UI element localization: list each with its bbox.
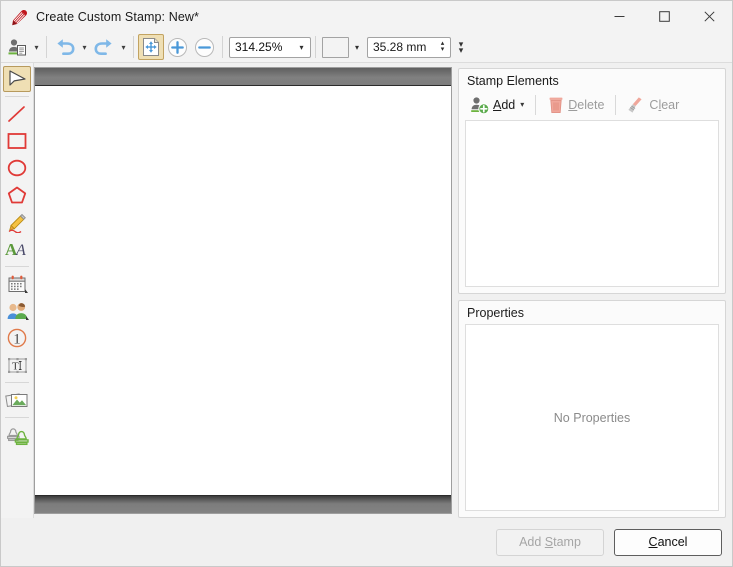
stamp-canvas[interactable] [34,67,452,514]
pan-page-icon[interactable] [138,34,164,60]
chevron-down-icon[interactable]: ▾ [293,43,310,52]
toolbar-separator [222,36,223,58]
right-panel: Stamp Elements Add ▾ Delete Clear Proper… [456,63,732,518]
no-properties-text: No Properties [553,410,631,425]
delete-element-label: Delete [568,97,605,112]
redo-icon[interactable] [90,34,118,60]
broom-icon [627,95,646,115]
spinner-arrows-icon[interactable]: ▴ ▾ [435,38,450,57]
clear-elements-button[interactable]: Clear [621,92,685,117]
rectangle-icon[interactable] [3,128,31,154]
tool-separator [5,417,29,418]
trash-icon [547,95,565,115]
toolbar-overflow-icon[interactable]: ▾ ▾ [454,35,468,59]
zoom-in-icon[interactable] [164,34,191,60]
canvas-top-shadow [35,68,451,85]
toolbar-separator [46,36,47,58]
svg-text:A: A [15,242,26,259]
title-bar: Create Custom Stamp: New* [1,1,732,32]
add-stamp-label: Add Stamp [519,535,581,549]
toolbar-separator [133,36,134,58]
size-value: 35.28 mm [373,40,427,54]
stamp-elements-title: Stamp Elements [467,74,559,88]
minimize-icon[interactable] [597,1,642,32]
canvas-bottom-shadow [35,496,451,513]
zoom-level-combo[interactable]: 314.25% ▾ [229,36,311,58]
color-picker[interactable]: ▾ [322,36,365,58]
tool-separator [5,266,29,267]
create-custom-stamp-dialog: Create Custom Stamp: New* ▾ ▾ ▾ 314.25% … [0,0,733,567]
clear-elements-label: Clear [649,97,680,112]
chevron-down-icon[interactable]: ▾ [349,37,365,58]
polygon-icon[interactable] [3,182,31,208]
toolbar-separator [535,94,537,115]
add-element-icon [469,95,490,115]
undo-icon[interactable] [51,34,79,60]
caption-buttons [597,1,732,32]
add-element-label: Add [493,97,516,112]
number-one-icon[interactable]: 1 [3,325,31,351]
toolbar-separator [615,94,617,115]
stamp-page[interactable] [35,85,451,496]
main-toolbar: ▾ ▾ ▾ 314.25% ▾ ▾ 35.28 mm ▴ ▾ ▾ ▾ [1,32,732,63]
pencil-icon[interactable] [3,209,31,235]
zoom-level-value: 314.25% [235,40,283,54]
text-aa-icon[interactable]: A A [3,236,31,262]
toolbar-separator [315,36,316,58]
properties-panel: Properties No Properties [458,300,726,518]
window-title: Create Custom Stamp: New* [36,9,199,24]
tool-separator [5,96,29,97]
cursor-arrow-icon[interactable] [3,66,31,92]
add-element-button[interactable]: Add ▾ [463,92,530,117]
stamp-elements-panel: Stamp Elements Add ▾ Delete Clear [458,68,726,294]
rubber-stamp-icon[interactable] [3,422,31,448]
ellipse-icon[interactable] [3,155,31,181]
stamp-elements-toolbar: Add ▾ Delete Clear [459,92,725,120]
svg-text:T: T [12,360,19,372]
maximize-icon[interactable] [642,1,687,32]
dialog-footer: Add Stamp Cancel [1,518,732,566]
zoom-out-icon[interactable] [191,34,218,60]
color-swatch[interactable] [322,36,349,58]
calendar-icon[interactable] [3,271,31,297]
stamp-properties-dropdown-icon[interactable]: ▾ [31,35,42,59]
add-stamp-button[interactable]: Add Stamp [496,528,604,556]
chevron-down-icon[interactable]: ▾ [518,100,524,109]
stamp-properties-icon[interactable] [3,34,31,60]
image-icon[interactable] [3,387,31,413]
cancel-button[interactable]: Cancel [614,528,722,556]
svg-text:1: 1 [13,332,21,348]
pdf-stamp-icon [10,8,28,26]
size-spinner[interactable]: 35.28 mm ▴ ▾ [367,36,451,58]
properties-content: No Properties [465,324,719,511]
tool-separator [5,382,29,383]
canvas-container [34,63,456,518]
stamp-elements-list[interactable] [465,120,719,287]
dialog-body: A A 1 T Stamp Elements Add ▾ Delete Clea… [1,63,732,518]
drawing-tools-strip: A A 1 T [1,63,34,518]
properties-title: Properties [467,306,524,320]
undo-dropdown-icon[interactable]: ▾ [79,35,90,59]
delete-element-button[interactable]: Delete [541,92,610,117]
close-icon[interactable] [687,1,732,32]
redo-dropdown-icon[interactable]: ▾ [118,35,129,59]
cancel-label: Cancel [648,535,688,549]
text-field-icon[interactable]: T [3,352,31,378]
line-icon[interactable] [3,101,31,127]
contacts-icon[interactable] [3,298,31,324]
